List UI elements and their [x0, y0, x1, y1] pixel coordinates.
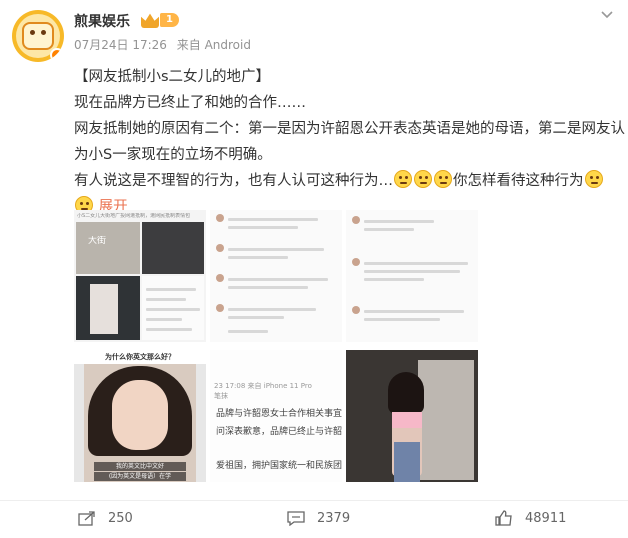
photo-jeans — [394, 442, 420, 482]
post-image-1[interactable]: 小S二女儿大街地广投网遭抵制，遭网民抵制表情包 大街 — [74, 210, 206, 342]
action-bar: 250 2379 48911 — [0, 500, 628, 538]
commenter-avatar — [352, 258, 360, 266]
post-line: 现在品牌方已终止了和她的合作…… — [74, 95, 306, 111]
comment-line — [228, 218, 318, 221]
avatar-eye — [30, 30, 35, 35]
author-avatar[interactable] — [12, 10, 64, 62]
post-line-opinion: 有人说这是不理智的行为，也有人认可这种行为… 你怎样看待这种行为 — [74, 168, 614, 194]
comment-line — [146, 298, 186, 301]
post-line-question: 你怎样看待这种行为 — [453, 173, 584, 189]
post-image-5[interactable]: 23 17:08 来自 iPhone 11 Pro 笔抹 品牌与许韶恩女士合作相… — [210, 350, 342, 482]
post-image-2[interactable] — [210, 210, 342, 342]
post-source: 来自 Android — [176, 38, 251, 52]
smile-emoji-icon — [414, 170, 432, 188]
post-line: 为小S一家现在的立场不明确。 — [74, 147, 272, 163]
comment-line — [146, 308, 200, 311]
commenter-avatar — [352, 216, 360, 224]
comment-line — [228, 316, 284, 319]
post-content: 【网友抵制小s二女儿的地广】 现在品牌方已终止了和她的合作…… 网友抵制她的原因… — [74, 64, 625, 220]
smile-emoji-icon — [434, 170, 452, 188]
commenter-avatar — [216, 214, 224, 222]
comment-count: 2379 — [317, 510, 351, 526]
statement-time: 23 17:08 来自 iPhone 11 Pro — [214, 382, 312, 390]
comment-line — [228, 308, 316, 311]
statement-label: 笔抹 — [214, 392, 228, 400]
photo-billboard — [142, 222, 204, 274]
author-name[interactable]: 煎果娱乐 — [74, 11, 130, 31]
comment-line — [146, 328, 192, 331]
like-count: 48911 — [525, 510, 567, 526]
share-button[interactable]: 250 — [78, 510, 133, 526]
comment-line — [364, 262, 468, 265]
post-date[interactable]: 07月24日 17:26 — [74, 38, 167, 52]
post-header: 煎果娱乐 1 07月24日 17:26 来自 Android — [0, 0, 628, 62]
smile-emoji-icon — [394, 170, 412, 188]
comment-line — [364, 318, 440, 321]
user-level-badge[interactable]: 1 — [141, 12, 179, 28]
chevron-down-icon[interactable] — [600, 8, 614, 22]
image-grid: 小S二女儿大街地广投网遭抵制，遭网民抵制表情包 大街 为什么你英文那么好？ 我的… — [74, 210, 478, 484]
comment-button[interactable]: 2379 — [287, 510, 350, 526]
photo-storefront — [76, 222, 140, 274]
commenter-avatar — [216, 274, 224, 282]
commenter-avatar — [352, 306, 360, 314]
comment-line — [146, 288, 196, 291]
comment-line — [228, 248, 324, 251]
photo-top — [392, 412, 422, 428]
comment-line — [228, 226, 298, 229]
like-button[interactable]: 48911 — [495, 510, 566, 526]
thumbs-up-icon — [495, 510, 512, 526]
verified-badge-icon — [50, 48, 64, 62]
comment-line — [364, 228, 414, 231]
post-image-3[interactable] — [346, 210, 478, 342]
comment-line — [228, 286, 308, 289]
avatar-face — [22, 22, 54, 50]
photo-girl-ad — [90, 284, 118, 334]
comment-line — [228, 256, 288, 259]
share-icon — [78, 511, 95, 526]
commenter-avatar — [216, 304, 224, 312]
comment-icon — [287, 511, 305, 526]
storefront-sign: 大街 — [88, 236, 107, 246]
photo-hair — [388, 372, 424, 414]
comment-line — [364, 278, 424, 281]
statement-line: 爱祖国，拥护国家统一和民族团 — [216, 461, 342, 471]
post-line: 网友抵制她的原因有二个：第一是因为许韶恩公开表态英语是她的母语，第二是网友认 — [74, 121, 625, 137]
share-count: 250 — [108, 510, 133, 526]
image-banner: 为什么你英文那么好？ — [74, 350, 206, 364]
post-meta: 07月24日 17:26 来自 Android — [74, 36, 251, 53]
comment-line — [146, 318, 182, 321]
photo-door — [418, 360, 474, 480]
crown-icon — [141, 13, 159, 28]
post-image-6[interactable] — [346, 350, 478, 482]
smile-emoji-icon — [584, 170, 603, 188]
statement-line: 品牌与许韶恩女士合作相关事宜 — [216, 409, 342, 419]
commenter-avatar — [216, 244, 224, 252]
level-number: 1 — [160, 13, 179, 27]
comment-line — [228, 330, 268, 333]
comment-line — [364, 220, 434, 223]
comment-line — [364, 310, 464, 313]
photo-face — [112, 380, 168, 450]
image-subtitle: (因为英文是母语）在学 — [94, 472, 186, 481]
statement-line: 问深表歉意，品牌已终止与许韶 — [216, 427, 342, 437]
post-line-text: 有人说这是不理智的行为，也有人认可这种行为… — [74, 173, 393, 189]
comment-line — [364, 270, 460, 273]
image-subtitle: 我的英文比中文好 — [94, 462, 186, 471]
post-image-4[interactable]: 为什么你英文那么好？ 我的英文比中文好 (因为英文是母语）在学 — [74, 350, 206, 482]
image-caption: 小S二女儿大街地广投网遭抵制，遭网民抵制表情包 — [77, 213, 191, 219]
avatar-eye — [41, 30, 46, 35]
post-line-title: 【网友抵制小s二女儿的地广】 — [74, 69, 271, 85]
comment-line — [228, 278, 328, 281]
